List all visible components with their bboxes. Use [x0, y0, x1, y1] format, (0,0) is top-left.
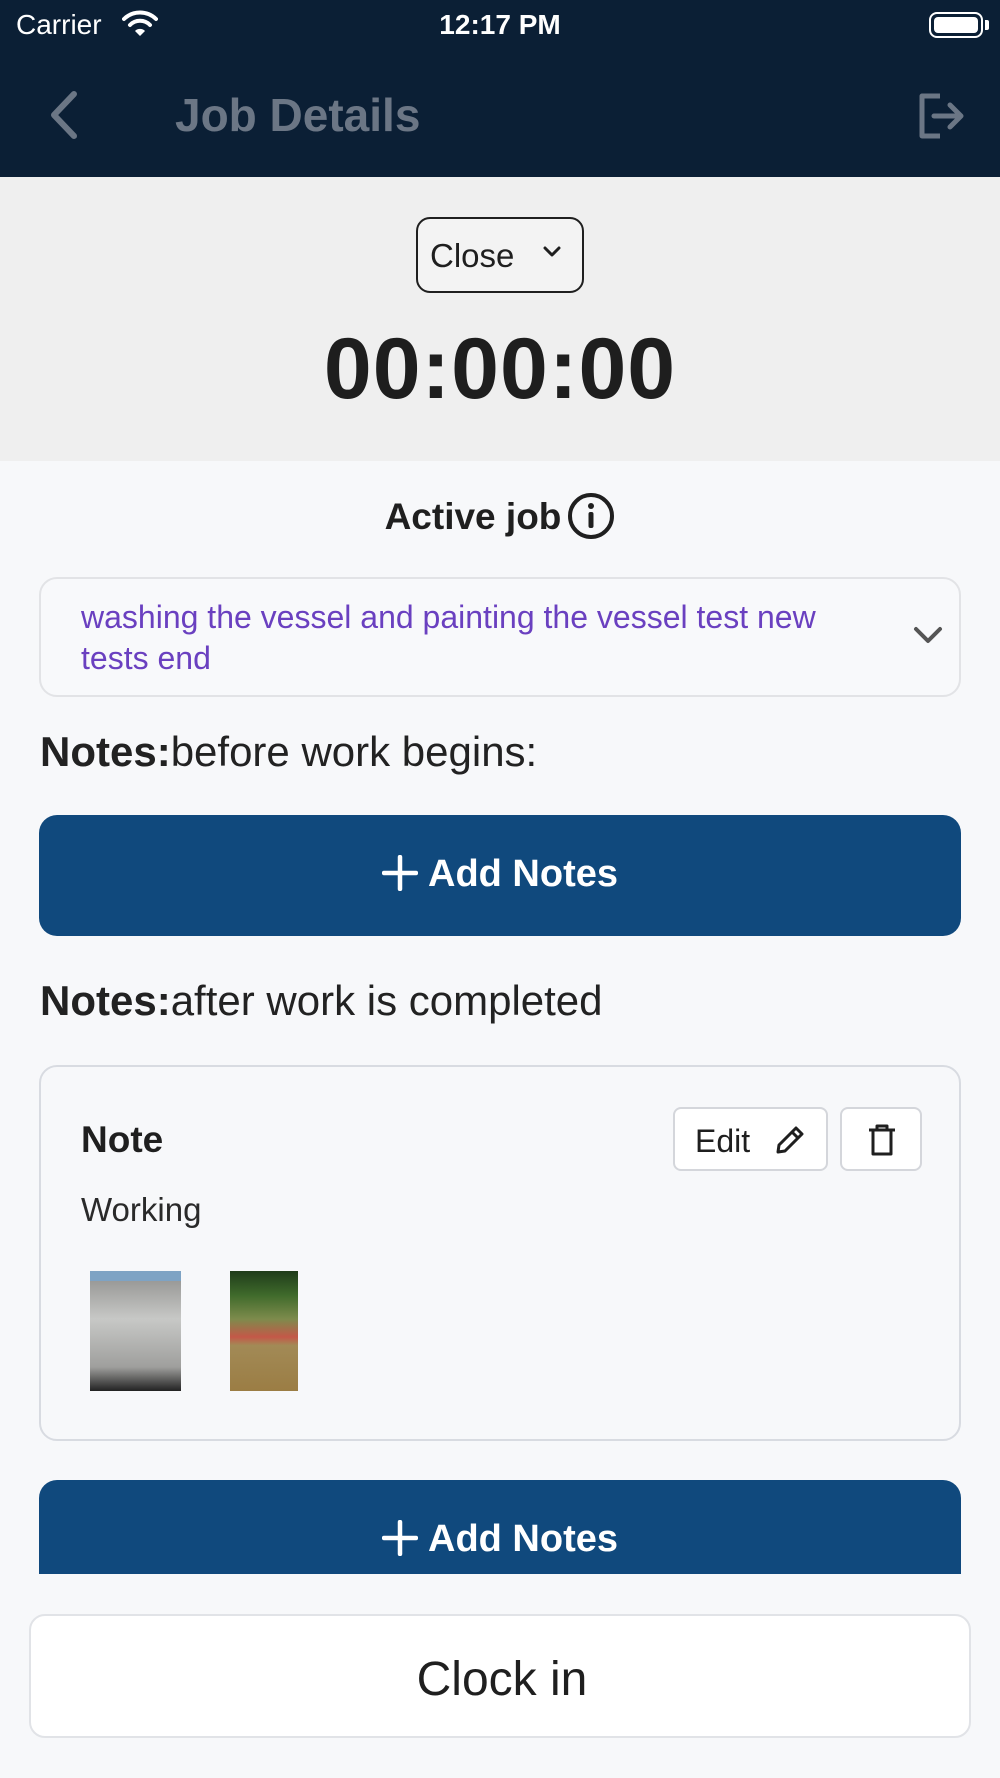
edit-label: Edit — [695, 1123, 751, 1159]
edit-note-button[interactable]: Edit — [673, 1107, 828, 1171]
add-notes-before-button[interactable]: Add Notes — [39, 815, 961, 936]
add-notes-label: Add Notes — [428, 853, 618, 895]
active-job-label: Active job — [384, 496, 562, 537]
note-title: Note — [81, 1119, 164, 1160]
delete-note-button[interactable] — [840, 1107, 922, 1171]
clock-in-label: Clock in — [416, 1653, 588, 1706]
clock-time: 12:17 PM — [439, 9, 561, 40]
job-select-value: washing the vessel and painting the vess… — [81, 599, 816, 676]
status-select[interactable]: Close — [416, 217, 584, 293]
back-icon[interactable] — [44, 88, 84, 142]
pencil-icon — [776, 1126, 804, 1154]
timer-panel: Close 00:00:00 — [0, 177, 1000, 461]
app-header: Carrier 12:17 PM Job Details — [0, 0, 1000, 177]
notes-after-label: Notes: — [40, 977, 171, 1024]
notes-after-subtitle: after work is completed — [170, 977, 603, 1024]
plus-icon — [382, 854, 418, 891]
page-title: Job Details — [175, 89, 421, 141]
chevron-down-icon — [914, 627, 942, 643]
info-icon[interactable] — [567, 492, 615, 540]
notes-after-heading: Notes:after work is completed — [40, 977, 603, 1025]
notes-before-heading: Notes:before work begins: — [40, 728, 537, 776]
note-photo-thumbnail[interactable] — [90, 1271, 181, 1391]
note-text: Working — [81, 1191, 202, 1228]
chevron-down-icon — [543, 246, 561, 257]
note-card: Note Edit Working — [39, 1065, 961, 1441]
notes-before-label: Notes: — [40, 728, 171, 775]
job-select[interactable]: washing the vessel and painting the vess… — [39, 577, 961, 697]
notes-before-subtitle: before work begins: — [170, 728, 538, 775]
battery-tip — [985, 20, 989, 30]
elapsed-timer: 00:00:00 — [323, 321, 677, 417]
logout-icon[interactable] — [916, 92, 966, 140]
note-photo-thumbnail[interactable] — [230, 1271, 298, 1391]
status-bar: Carrier 12:17 PM — [0, 0, 1000, 52]
status-select-label: Close — [430, 237, 515, 274]
trash-icon — [869, 1124, 895, 1156]
clock-in-button[interactable]: Clock in — [29, 1614, 971, 1738]
battery-icon — [929, 12, 983, 38]
active-job-heading: Active job — [0, 493, 1000, 540]
add-notes-label: Add Notes — [428, 1518, 618, 1560]
plus-icon — [382, 1519, 418, 1556]
